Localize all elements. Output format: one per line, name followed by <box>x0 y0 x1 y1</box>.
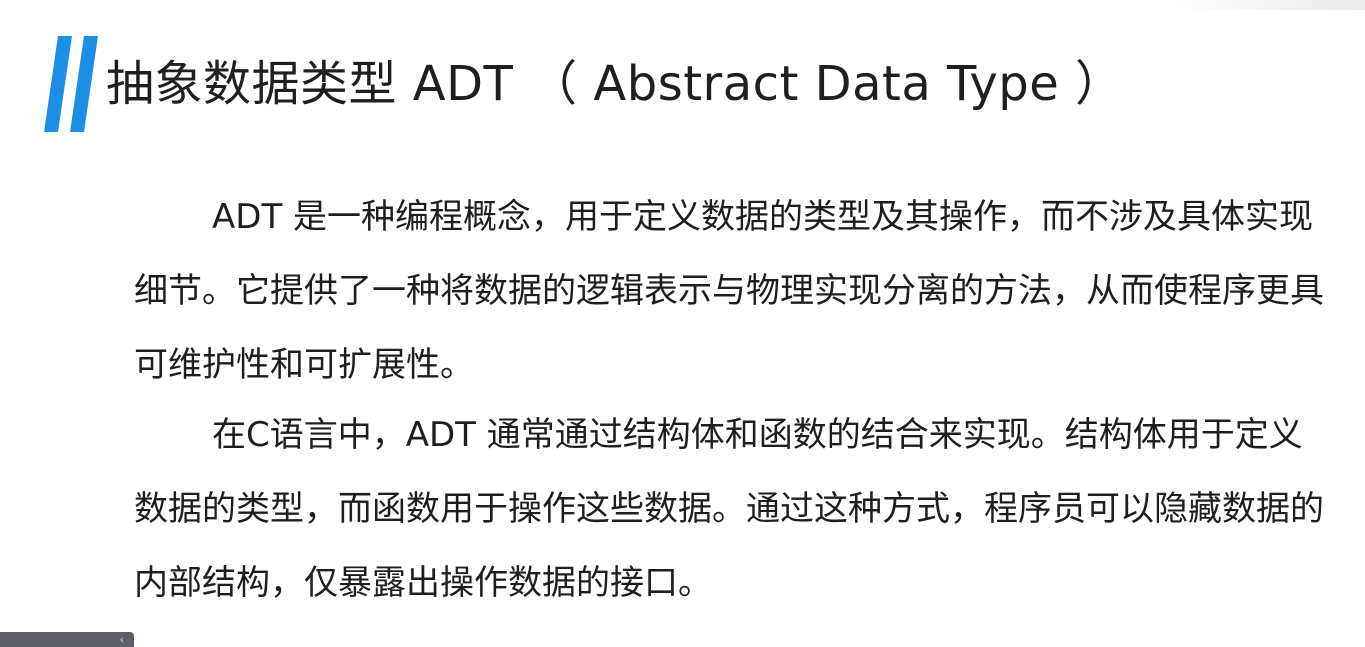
paragraph-adt-in-c: 在C语言中，ADT 通常通过结构体和函数的结合来实现。结构体用于定义数据的类型，… <box>134 415 1324 603</box>
chevron-left-icon[interactable]: ‹ <box>120 633 124 646</box>
accent-bar-right <box>70 36 98 132</box>
accent-bar-left <box>44 36 72 132</box>
player-bottom-tab[interactable]: ‹ <box>0 632 134 647</box>
paragraph-adt-definition: ADT 是一种编程概念，用于定义数据的类型及其操作，而不涉及具体实现细节。它提供… <box>134 197 1324 385</box>
slide-body: ADT 是一种编程概念，用于定义数据的类型及其操作，而不涉及具体实现细节。它提供… <box>134 180 1324 620</box>
slide-title: 抽象数据类型 ADT （ Abstract Data Type ） <box>106 56 1124 112</box>
title-accent-bars-icon <box>44 36 98 132</box>
top-right-overlay <box>1175 0 1365 10</box>
slide: 抽象数据类型 ADT （ Abstract Data Type ） ADT 是一… <box>0 0 1365 647</box>
